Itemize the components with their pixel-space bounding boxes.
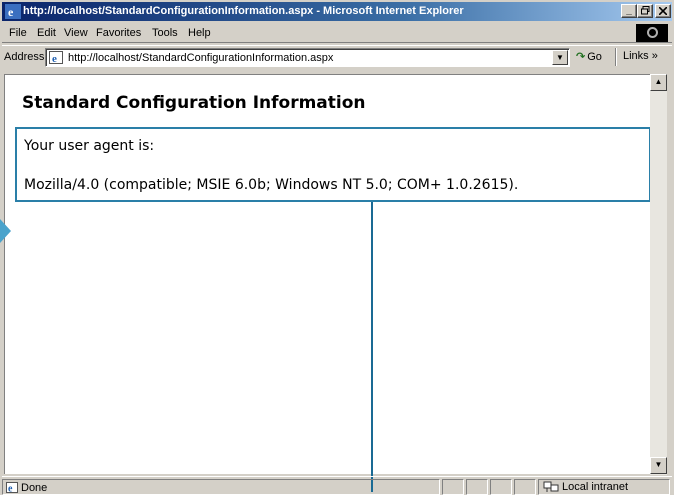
toolbar-separator <box>615 48 617 66</box>
scroll-up-button[interactable]: ▲ <box>650 74 667 91</box>
status-panel <box>514 479 536 495</box>
page-done-icon: e <box>6 482 18 493</box>
menu-tools[interactable]: Tools <box>152 27 178 39</box>
local-intranet-icon <box>543 481 559 492</box>
internet-explorer-icon: e <box>5 4 21 19</box>
links-button[interactable]: Links » <box>623 50 658 62</box>
status-panel <box>490 479 512 495</box>
address-input[interactable]: e http://localhost/StandardConfiguration… <box>45 48 570 67</box>
callout-line <box>371 202 373 492</box>
callout-arrow-icon <box>0 219 11 243</box>
svg-text:e: e <box>8 484 13 494</box>
address-bar: Address e http://localhost/StandardConfi… <box>2 45 672 67</box>
menu-file[interactable]: File <box>9 27 27 39</box>
svg-text:e: e <box>52 53 57 64</box>
browser-window: e http://localhost/StandardConfiguration… <box>0 0 674 495</box>
close-button[interactable] <box>655 4 671 18</box>
close-icon <box>658 6 668 16</box>
title-bar[interactable]: e http://localhost/StandardConfiguration… <box>2 2 672 21</box>
security-zone-panel: Local intranet <box>538 479 670 495</box>
security-zone-text: Local intranet <box>562 481 629 493</box>
page-title: Standard Configuration Information <box>22 93 366 113</box>
address-label: Address <box>4 51 45 63</box>
menu-bar: File Edit View Favorites Tools Help <box>2 23 672 43</box>
vertical-scrollbar[interactable]: ▲ ▼ <box>650 74 667 475</box>
minimize-button[interactable]: _ <box>621 4 637 18</box>
menu-view[interactable]: View <box>64 27 88 39</box>
status-bar: e Done Local intranet <box>2 476 672 495</box>
page-icon: e <box>49 51 63 64</box>
menu-help[interactable]: Help <box>188 27 211 39</box>
menu-favorites[interactable]: Favorites <box>96 27 141 39</box>
callout-highlight-box <box>15 127 651 202</box>
status-panel <box>442 479 464 495</box>
scroll-down-button[interactable]: ▼ <box>650 457 667 474</box>
restore-icon <box>640 6 649 15</box>
menu-edit[interactable]: Edit <box>37 27 56 39</box>
go-label: Go <box>587 51 602 63</box>
svg-text:e: e <box>8 5 14 19</box>
address-url: http://localhost/StandardConfigurationIn… <box>68 52 334 64</box>
status-text: Done <box>21 482 48 494</box>
address-dropdown-button[interactable]: ▼ <box>552 50 568 65</box>
go-button[interactable]: ↷ Go <box>576 50 602 63</box>
status-message-panel: e Done <box>2 479 440 495</box>
window-title: http://localhost/StandardConfigurationIn… <box>23 5 464 17</box>
go-arrow-icon: ↷ <box>576 51 586 63</box>
status-panel <box>466 479 488 495</box>
maximize-button[interactable] <box>637 4 653 18</box>
windows-logo-icon <box>636 24 668 42</box>
